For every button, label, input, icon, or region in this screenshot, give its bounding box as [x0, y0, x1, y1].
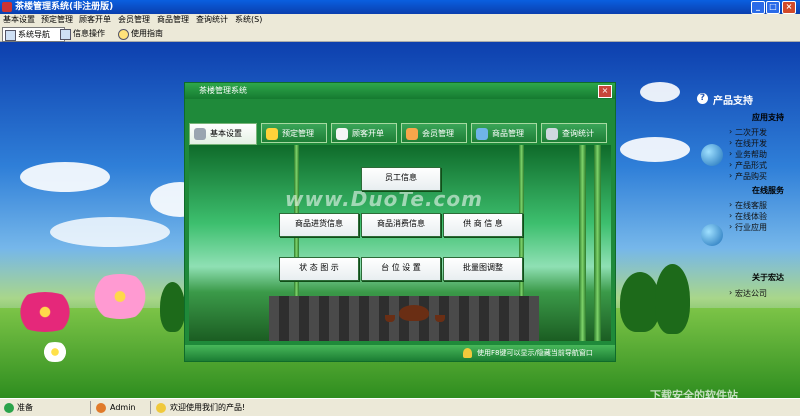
dialog-status-bar: 使用F8键可以显示/隐藏当前导航窗口: [185, 345, 615, 361]
section-about: 关于宏达: [752, 273, 784, 282]
menu-reservation[interactable]: 预定管理: [41, 14, 73, 26]
help-icon: [118, 29, 129, 40]
status-bar: 准备 Admin 欢迎使用我们的产品!: [0, 398, 800, 416]
nav-dialog: 茶楼管理系统 × 基本设置 预定管理 顾客开单 会员管理 商品管理 查询统计 w…: [184, 82, 616, 362]
globe-icon: [701, 224, 723, 246]
section-online-service: 在线服务: [752, 186, 784, 195]
close-button[interactable]: ×: [782, 1, 796, 14]
supplier-info-button[interactable]: 供 商 信 息: [443, 213, 523, 237]
dialog-close-button[interactable]: ×: [598, 85, 612, 98]
link-online-trial[interactable]: 在线体验: [729, 211, 767, 222]
minimize-button[interactable]: _: [751, 1, 765, 14]
link-product-form[interactable]: 产品形式: [729, 160, 767, 171]
info-operation-label: 信息操作: [73, 29, 105, 38]
monitor-icon: [476, 128, 488, 140]
goods-stock-button[interactable]: 商品进货信息: [279, 213, 359, 237]
link-online-service[interactable]: 在线客服: [729, 200, 767, 211]
dialog-title: 茶楼管理系统: [199, 86, 247, 95]
status-user: Admin: [110, 403, 136, 412]
staff-info-button[interactable]: 员工信息: [361, 167, 441, 191]
user-icon: [96, 403, 106, 413]
link-secondary-dev[interactable]: 二次开发: [729, 127, 767, 138]
gear-icon: [194, 128, 206, 140]
bamboo-decoration: [579, 145, 586, 341]
question-icon: ?: [697, 93, 708, 104]
dialog-titlebar[interactable]: 茶楼管理系统 ×: [185, 83, 615, 99]
menu-member[interactable]: 会员管理: [118, 14, 150, 26]
status-separator: [150, 401, 151, 414]
user-guide-button[interactable]: 使用指南: [116, 27, 163, 40]
status-welcome: 欢迎使用我们的产品!: [170, 403, 246, 412]
table-setting-button[interactable]: 台 位 设 置: [361, 257, 441, 281]
status-separator: [90, 401, 91, 414]
menu-system[interactable]: 系统(S): [235, 14, 262, 26]
window-titlebar[interactable]: 茶楼管理系统(非注册版) _ □ ×: [0, 0, 800, 14]
tab-basic-settings[interactable]: 基本设置: [189, 123, 257, 145]
monitor-icon: [5, 30, 16, 41]
goods-consume-button[interactable]: 商品消费信息: [361, 213, 441, 237]
status-ready: 准备: [17, 403, 33, 412]
link-online-dev[interactable]: 在线开发: [729, 138, 767, 149]
menu-goods[interactable]: 商品管理: [157, 14, 189, 26]
batch-adjust-button[interactable]: 批量图调整: [443, 257, 523, 281]
book-icon: [336, 128, 348, 140]
menu-basic-settings[interactable]: 基本设置: [3, 14, 35, 26]
menu-bar: 基本设置 预定管理 顾客开单 会员管理 商品管理 查询统计 系统(S): [0, 14, 800, 26]
bamboo-decoration: [594, 145, 601, 341]
menu-query-stats[interactable]: 查询统计: [196, 14, 228, 26]
maximize-button[interactable]: □: [766, 1, 780, 14]
teapot-image: [399, 305, 429, 321]
tree: [620, 272, 660, 332]
ready-icon: [4, 403, 14, 413]
tree: [655, 264, 690, 334]
magnifier-icon: [546, 128, 558, 140]
window-title: 茶楼管理系统(非注册版): [15, 2, 114, 12]
download-watermark: 下载安全的软件站: [650, 389, 738, 398]
flower: [40, 342, 70, 362]
link-business-help[interactable]: 业务帮助: [729, 149, 767, 160]
cloud: [620, 137, 690, 162]
link-industry-app[interactable]: 行业应用: [729, 222, 767, 233]
tab-goods[interactable]: 商品管理: [471, 123, 537, 143]
flower: [10, 292, 80, 332]
link-company[interactable]: 宏达公司: [729, 288, 767, 299]
cloud: [20, 162, 110, 192]
system-nav-button[interactable]: 系统导航: [2, 27, 65, 42]
product-support-panel: ? 产品支持 应用支持 二次开发 在线开发 业务帮助 产品形式 产品购买 在线服…: [697, 92, 800, 398]
tab-reservation[interactable]: 预定管理: [261, 123, 327, 143]
app-icon: [2, 2, 12, 12]
tea-cup: [435, 315, 445, 322]
dialog-status-text: 使用F8键可以显示/隐藏当前导航窗口: [477, 349, 593, 357]
bulb-icon: [463, 348, 472, 358]
users-icon: [406, 128, 418, 140]
cloud: [50, 217, 170, 247]
tree: [160, 282, 185, 332]
menu-customer-order[interactable]: 顾客开单: [79, 14, 111, 26]
section-app-support: 应用支持: [752, 113, 784, 122]
toolbar: 系统导航 信息操作 使用指南: [0, 26, 800, 42]
flower: [85, 274, 155, 319]
document-icon: [60, 29, 71, 40]
smile-icon: [156, 403, 166, 413]
cloud: [640, 82, 680, 102]
status-chart-button[interactable]: 状 态 图 示: [279, 257, 359, 281]
globe-icon: [701, 144, 723, 166]
tab-query-stats[interactable]: 查询统计: [541, 123, 607, 143]
tab-customer-order[interactable]: 顾客开单: [331, 123, 397, 143]
tea-cup: [385, 315, 395, 322]
basic-settings-panel: www.DuoTe.com 员工信息 商品进货信息 商品消费信息 供 商 信 息…: [189, 145, 611, 341]
support-title: ? 产品支持: [697, 92, 753, 107]
star-icon: [266, 128, 278, 140]
system-nav-label: 系统导航: [18, 30, 50, 39]
link-purchase[interactable]: 产品购买: [729, 171, 767, 182]
user-guide-label: 使用指南: [131, 29, 163, 38]
tab-member[interactable]: 会员管理: [401, 123, 467, 143]
info-operation-button[interactable]: 信息操作: [58, 27, 105, 40]
